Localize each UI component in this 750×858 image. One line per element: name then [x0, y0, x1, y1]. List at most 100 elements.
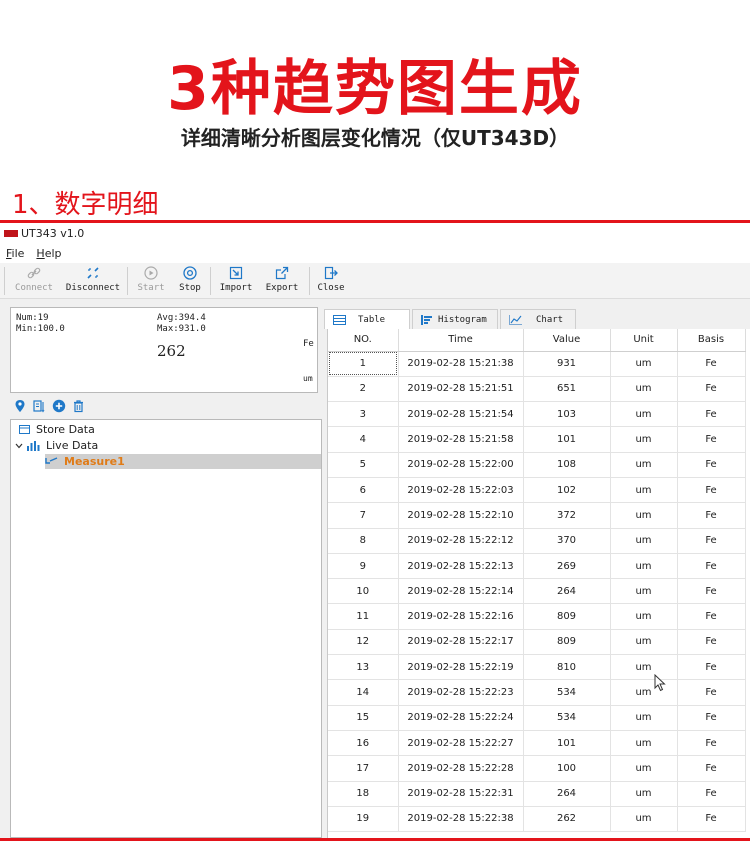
table-row[interactable]: 16 2019-02-28 15:22:27 101 um Fe: [328, 730, 746, 757]
cell-basis[interactable]: Fe: [677, 401, 746, 428]
cell-value[interactable]: 810: [523, 654, 611, 681]
menu-file[interactable]: File: [6, 247, 24, 260]
cell-time[interactable]: 2019-02-28 15:22:27: [398, 730, 524, 757]
cell-time[interactable]: 2019-02-28 15:21:51: [398, 376, 524, 403]
table-row[interactable]: 3 2019-02-28 15:21:54 103 um Fe: [328, 401, 746, 428]
cell-unit[interactable]: um: [610, 502, 678, 529]
cell-no[interactable]: 15: [328, 705, 399, 731]
table-row[interactable]: 17 2019-02-28 15:22:28 100 um Fe: [328, 755, 746, 782]
menu-help[interactable]: Help: [36, 247, 61, 260]
table-row[interactable]: 13 2019-02-28 15:22:19 810 um Fe: [328, 654, 746, 681]
cell-unit[interactable]: um: [610, 553, 678, 580]
cell-value[interactable]: 269: [523, 553, 611, 580]
cell-no[interactable]: 5: [328, 452, 399, 478]
cell-no[interactable]: 3: [328, 401, 399, 428]
cell-no[interactable]: 8: [328, 528, 399, 554]
cell-no[interactable]: 14: [328, 679, 399, 706]
column-header-unit[interactable]: Unit: [610, 329, 678, 352]
cell-unit[interactable]: um: [610, 578, 678, 605]
cell-time[interactable]: 2019-02-28 15:22:38: [398, 806, 524, 833]
cell-no[interactable]: 4: [328, 426, 399, 453]
cell-unit[interactable]: um: [610, 426, 678, 453]
connect-button[interactable]: Connect: [14, 265, 54, 297]
table-row[interactable]: 5 2019-02-28 15:22:00 108 um Fe: [328, 452, 746, 478]
column-header-basis[interactable]: Basis: [677, 329, 746, 352]
cell-no[interactable]: 7: [328, 502, 399, 529]
cell-unit[interactable]: um: [610, 781, 678, 807]
cell-unit[interactable]: um: [610, 376, 678, 403]
cell-value[interactable]: 103: [523, 401, 611, 428]
cell-basis[interactable]: Fe: [677, 502, 746, 529]
cell-basis[interactable]: Fe: [677, 452, 746, 478]
cell-time[interactable]: 2019-02-28 15:22:17: [398, 629, 524, 656]
cell-basis[interactable]: Fe: [677, 351, 746, 377]
table-row[interactable]: 6 2019-02-28 15:22:03 102 um Fe: [328, 477, 746, 504]
cell-unit[interactable]: um: [610, 679, 678, 706]
cell-time[interactable]: 2019-02-28 15:22:23: [398, 679, 524, 706]
cell-basis[interactable]: Fe: [677, 755, 746, 782]
cell-value[interactable]: 534: [523, 705, 611, 731]
cell-no[interactable]: 10: [328, 578, 399, 605]
cell-basis[interactable]: Fe: [677, 705, 746, 731]
tab-chart[interactable]: Chart: [500, 309, 576, 329]
cell-unit[interactable]: um: [610, 401, 678, 428]
tab-table[interactable]: Table: [324, 309, 410, 329]
tree-item-live-data[interactable]: Live Data: [15, 438, 98, 453]
column-header-time[interactable]: Time: [398, 329, 524, 352]
cell-basis[interactable]: Fe: [677, 426, 746, 453]
edit-list-icon[interactable]: [32, 398, 46, 417]
cell-value[interactable]: 101: [523, 730, 611, 757]
table-row[interactable]: 2 2019-02-28 15:21:51 651 um Fe: [328, 376, 746, 403]
cell-time[interactable]: 2019-02-28 15:22:16: [398, 603, 524, 630]
cell-basis[interactable]: Fe: [677, 654, 746, 681]
cell-unit[interactable]: um: [610, 603, 678, 630]
tree-item-measure1[interactable]: Measure1: [45, 454, 321, 469]
chevron-down-icon[interactable]: [15, 443, 23, 449]
cell-unit[interactable]: um: [610, 705, 678, 731]
cell-time[interactable]: 2019-02-28 15:21:58: [398, 426, 524, 453]
cell-value[interactable]: 102: [523, 477, 611, 504]
table-row[interactable]: 7 2019-02-28 15:22:10 372 um Fe: [328, 502, 746, 529]
cell-time[interactable]: 2019-02-28 15:22:14: [398, 578, 524, 605]
cell-time[interactable]: 2019-02-28 15:22:03: [398, 477, 524, 504]
cell-basis[interactable]: Fe: [677, 578, 746, 605]
cell-value[interactable]: 264: [523, 781, 611, 807]
cell-basis[interactable]: Fe: [677, 553, 746, 580]
column-header-no[interactable]: NO.: [328, 329, 399, 352]
table-row[interactable]: 19 2019-02-28 15:22:38 262 um Fe: [328, 806, 746, 833]
cell-value[interactable]: 264: [523, 578, 611, 605]
cell-basis[interactable]: Fe: [677, 730, 746, 757]
cell-unit[interactable]: um: [610, 654, 678, 681]
table-row[interactable]: 14 2019-02-28 15:22:23 534 um Fe: [328, 679, 746, 706]
cell-unit[interactable]: um: [610, 528, 678, 554]
cell-value[interactable]: 931: [523, 351, 611, 377]
cell-time[interactable]: 2019-02-28 15:21:54: [398, 401, 524, 428]
cell-time[interactable]: 2019-02-28 15:22:19: [398, 654, 524, 681]
table-row[interactable]: 1 2019-02-28 15:21:38 931 um Fe: [328, 351, 746, 377]
cell-no[interactable]: 16: [328, 730, 399, 757]
cell-time[interactable]: 2019-02-28 15:22:00: [398, 452, 524, 478]
cell-value[interactable]: 651: [523, 376, 611, 403]
cell-value[interactable]: 372: [523, 502, 611, 529]
cell-value[interactable]: 809: [523, 603, 611, 630]
cell-value[interactable]: 101: [523, 426, 611, 453]
cell-value[interactable]: 262: [523, 806, 611, 833]
cell-unit[interactable]: um: [610, 806, 678, 833]
import-button[interactable]: Import: [218, 265, 254, 297]
cell-no[interactable]: 6: [328, 477, 399, 504]
export-button[interactable]: Export: [264, 265, 300, 297]
disconnect-button[interactable]: Disconnect: [64, 265, 122, 297]
cell-no[interactable]: 2: [328, 376, 399, 403]
cell-basis[interactable]: Fe: [677, 781, 746, 807]
cell-basis[interactable]: Fe: [677, 679, 746, 706]
cell-time[interactable]: 2019-02-28 15:22:24: [398, 705, 524, 731]
cell-no[interactable]: 11: [328, 603, 399, 630]
cell-no[interactable]: 19: [328, 806, 399, 833]
cell-time[interactable]: 2019-02-28 15:22:12: [398, 528, 524, 554]
location-pin-icon[interactable]: [14, 398, 26, 417]
cell-unit[interactable]: um: [610, 730, 678, 757]
cell-no[interactable]: 17: [328, 755, 399, 782]
cell-time[interactable]: 2019-02-28 15:22:10: [398, 502, 524, 529]
table-row[interactable]: 10 2019-02-28 15:22:14 264 um Fe: [328, 578, 746, 605]
cell-value[interactable]: 809: [523, 629, 611, 656]
